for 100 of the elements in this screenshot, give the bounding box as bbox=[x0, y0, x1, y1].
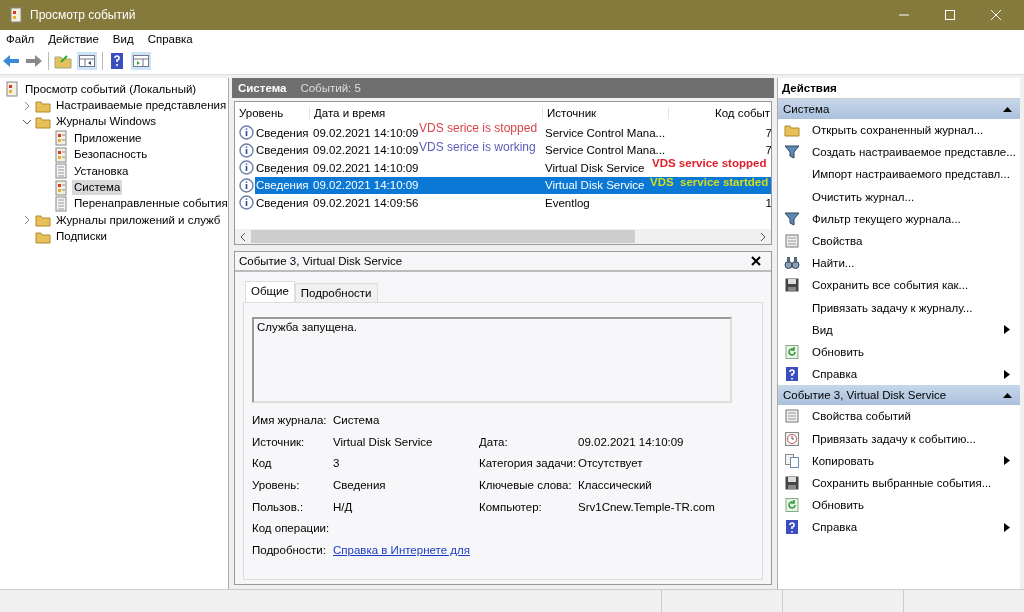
tree-item[interactable]: Просмотр событий (Локальный) bbox=[23, 81, 199, 97]
column-header[interactable]: Уровень bbox=[235, 107, 310, 119]
table-cell: 7 bbox=[765, 144, 771, 157]
field-value: Srv1Cnew.Temple-TR.com bbox=[578, 500, 715, 513]
log-icon bbox=[4, 81, 20, 98]
table-cell: Service Control Mana... bbox=[545, 126, 666, 139]
window-title: Просмотр событий bbox=[30, 8, 137, 22]
annotation-text: VDS service stopped bbox=[652, 158, 767, 170]
action-item[interactable]: Открыть сохраненный журнал... bbox=[812, 124, 1020, 137]
field-label: Код bbox=[252, 457, 273, 470]
field-value: 09.02.2021 14:10:09 bbox=[578, 435, 684, 448]
column-header[interactable]: Источник bbox=[543, 107, 669, 119]
tab[interactable]: Общие bbox=[245, 281, 295, 302]
menu-item[interactable]: Файл bbox=[6, 33, 35, 45]
action-item[interactable]: Привязать задачу к журналу... bbox=[812, 301, 1020, 314]
table-cell: 09.02.2021 14:10:09 bbox=[313, 144, 419, 157]
field-label: Источник: bbox=[252, 435, 306, 448]
info-icon bbox=[239, 195, 254, 211]
help-icon[interactable] bbox=[108, 52, 126, 70]
table-cell: 1 bbox=[765, 196, 771, 209]
expand-caret-icon[interactable] bbox=[22, 100, 32, 111]
table-cell: 09.02.2021 14:10:09 bbox=[313, 126, 419, 139]
log-icon bbox=[53, 146, 69, 163]
field-value: 3 bbox=[333, 457, 340, 470]
table-cell: 09.02.2021 14:10:09 bbox=[313, 179, 419, 192]
pane-toggle-icon[interactable] bbox=[131, 52, 151, 70]
help-icon bbox=[784, 366, 800, 383]
folder-icon bbox=[35, 212, 51, 229]
help-link[interactable]: Справка в Интернете для bbox=[333, 543, 470, 556]
copy-icon bbox=[784, 452, 800, 469]
close-icon[interactable] bbox=[751, 256, 761, 266]
field-label: Имя журнала: bbox=[252, 413, 328, 426]
column-header[interactable]: Дата и время bbox=[310, 107, 543, 119]
field-label: Дата: bbox=[479, 435, 508, 448]
table-cell: 09.02.2021 14:09:56 bbox=[313, 196, 419, 209]
tree-item[interactable]: Приложение bbox=[72, 130, 144, 146]
expand-caret-icon[interactable] bbox=[22, 215, 32, 226]
action-item[interactable]: Импорт настраиваемого представл... bbox=[812, 168, 1020, 181]
tree-item[interactable]: Система bbox=[72, 180, 123, 196]
field-value: Отсутствует bbox=[578, 457, 643, 470]
field-label: Пользов.: bbox=[252, 500, 305, 513]
table-cell: Eventlog bbox=[545, 196, 590, 209]
clock-icon bbox=[784, 430, 800, 447]
floppy-icon bbox=[784, 474, 800, 491]
section-header[interactable]: Событие 3, Virtual Disk Service bbox=[778, 385, 1020, 406]
log-icon bbox=[53, 195, 69, 212]
event-count: Событий: 5 bbox=[300, 82, 361, 94]
field-label: Уровень: bbox=[252, 478, 301, 491]
menu-item[interactable]: Справка bbox=[147, 33, 193, 45]
tree-item[interactable]: Настраиваемые представления bbox=[54, 98, 229, 114]
collapse-caret-icon[interactable] bbox=[1003, 392, 1012, 399]
menu-item[interactable]: Вид bbox=[112, 33, 134, 45]
action-item[interactable]: Найти... bbox=[812, 257, 1020, 270]
properties-icon bbox=[784, 233, 800, 250]
action-item[interactable]: Вид bbox=[812, 323, 992, 336]
action-item[interactable]: Сохранить все события как... bbox=[812, 279, 1020, 292]
field-label: Подробности: bbox=[252, 543, 327, 556]
action-item[interactable]: Очистить журнал... bbox=[812, 190, 1020, 203]
action-item[interactable]: Свойства bbox=[812, 235, 1020, 248]
section-header[interactable]: Система bbox=[778, 99, 1020, 119]
maximize-icon[interactable] bbox=[944, 9, 956, 21]
log-icon bbox=[53, 179, 69, 196]
tab[interactable]: Подробности bbox=[294, 283, 378, 302]
menu-item[interactable]: Действие bbox=[48, 33, 99, 45]
tree-item[interactable]: Подписки bbox=[54, 229, 109, 245]
back-arrow-icon[interactable] bbox=[2, 53, 20, 69]
action-item[interactable]: Обновить bbox=[812, 345, 1020, 358]
action-item[interactable]: Сохранить выбранные события... bbox=[812, 476, 1020, 489]
tree-item[interactable]: Журналы приложений и служб bbox=[54, 212, 223, 228]
tree-item[interactable]: Журналы Windows bbox=[54, 114, 159, 130]
action-item[interactable]: Фильтр текущего журнала... bbox=[812, 212, 1020, 225]
field-label: Компьютер: bbox=[479, 500, 542, 513]
collapse-caret-icon[interactable] bbox=[1003, 106, 1012, 112]
action-item[interactable]: Справка bbox=[812, 368, 992, 381]
action-item[interactable]: Свойства событий bbox=[812, 410, 1020, 423]
log-icon bbox=[53, 130, 69, 147]
scroll-right-icon[interactable] bbox=[759, 231, 767, 242]
annotation-text: VDS service startded bbox=[650, 177, 769, 189]
action-item[interactable]: Создать настраиваемое представле... bbox=[812, 146, 1020, 159]
tree-item[interactable]: Безопасность bbox=[72, 147, 150, 163]
binoculars-icon bbox=[784, 255, 800, 272]
action-item[interactable]: Справка bbox=[812, 521, 992, 534]
folder-icon[interactable] bbox=[54, 53, 72, 69]
scroll-left-icon[interactable] bbox=[239, 231, 247, 242]
section-title: Система bbox=[783, 103, 830, 115]
table-cell: 09.02.2021 14:10:09 bbox=[313, 161, 419, 174]
action-item[interactable]: Обновить bbox=[812, 499, 1020, 512]
column-header[interactable]: Код событ bbox=[669, 107, 771, 119]
action-item[interactable]: Копировать bbox=[812, 454, 992, 467]
info-icon bbox=[239, 142, 254, 158]
refresh-icon bbox=[784, 497, 800, 514]
table-cell: Сведения bbox=[256, 179, 309, 192]
horizontal-scrollbar[interactable] bbox=[235, 229, 771, 244]
action-item[interactable]: Привязать задачу к событию... bbox=[812, 432, 1020, 445]
tree-item[interactable]: Перенаправленные события bbox=[72, 196, 230, 212]
forward-arrow-icon[interactable] bbox=[25, 53, 43, 69]
pane-toggle-icon[interactable] bbox=[77, 52, 97, 70]
tree-item[interactable]: Установка bbox=[72, 163, 131, 179]
folder-icon bbox=[784, 122, 800, 139]
table-cell: Сведения bbox=[256, 196, 309, 209]
